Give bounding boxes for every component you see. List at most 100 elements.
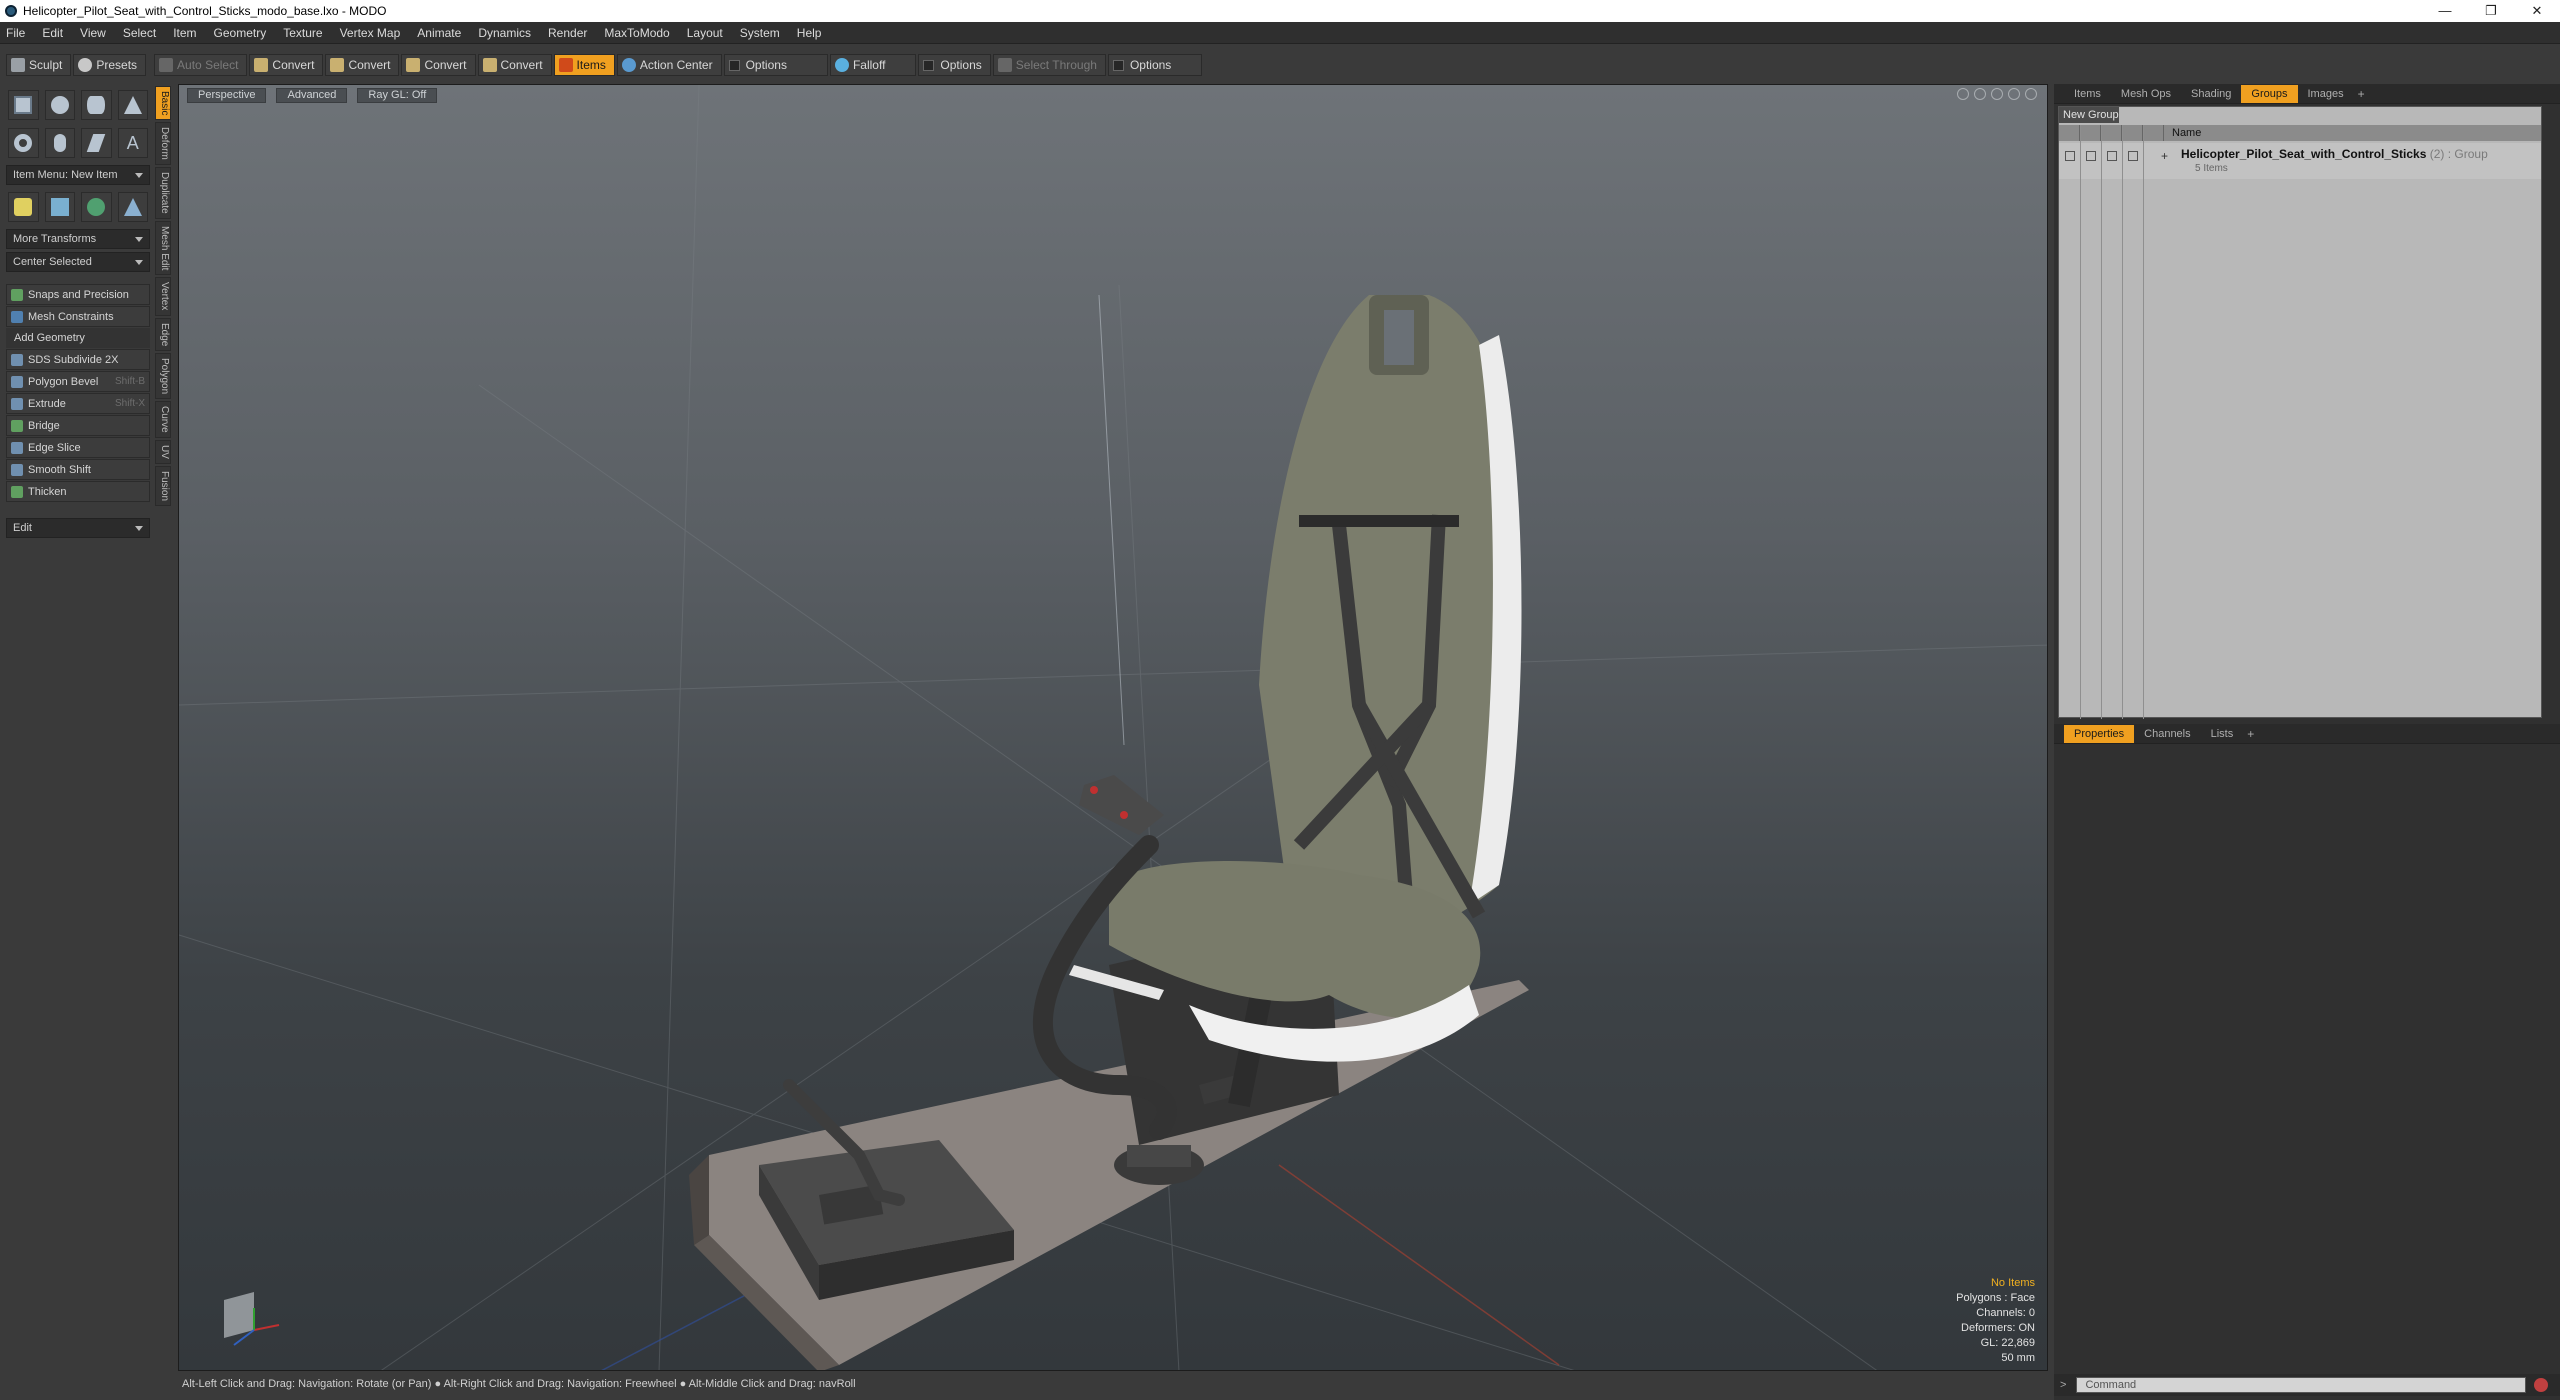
cylinder-tool[interactable] (81, 90, 112, 120)
tab-uv[interactable]: UV (155, 439, 171, 464)
torus-tool[interactable] (8, 128, 39, 158)
options-checkbox[interactable] (728, 59, 740, 71)
menu-edit[interactable]: Edit (42, 26, 63, 40)
menu-texture[interactable]: Texture (283, 26, 322, 40)
falloff-options-button[interactable]: Options (918, 54, 991, 76)
row-render-icon[interactable] (2086, 151, 2096, 161)
item-menu-dropdown[interactable]: Item Menu: New Item (6, 165, 150, 185)
menu-render[interactable]: Render (548, 26, 587, 40)
polygon-bevel-button[interactable]: Polygon Bevel Shift-B (6, 371, 150, 392)
tab-properties[interactable]: Properties (2064, 724, 2135, 743)
tab-mesh-ops[interactable]: Mesh Ops (2111, 85, 2181, 103)
capsule-tool[interactable] (44, 128, 75, 158)
menu-help[interactable]: Help (797, 26, 822, 40)
select-through-button[interactable]: Select Through (992, 54, 1106, 76)
cone-tool[interactable] (117, 90, 148, 120)
tab-fusion[interactable]: Fusion (155, 465, 171, 506)
pen-tool[interactable] (81, 128, 112, 158)
menu-item[interactable]: Item (173, 26, 196, 40)
minimize-button[interactable]: — (2422, 0, 2468, 22)
cube-tool[interactable] (8, 90, 39, 120)
tab-edge[interactable]: Edge (155, 317, 171, 352)
new-group-button[interactable]: New Group (2059, 107, 2119, 123)
center-selected-dropdown[interactable]: Center Selected (6, 252, 150, 272)
convert-polygons-button[interactable]: Convert (401, 54, 476, 76)
rotate-tool[interactable] (81, 192, 112, 222)
thicken-button[interactable]: Thicken (6, 481, 150, 502)
presets-button[interactable]: Presets (73, 54, 147, 76)
menu-file[interactable]: File (6, 26, 25, 40)
more-transforms-dropdown[interactable]: More Transforms (6, 229, 150, 249)
sculpt-button[interactable]: Sculpt (6, 54, 72, 76)
tab-channels[interactable]: Channels (2134, 725, 2200, 743)
menu-select[interactable]: Select (123, 26, 156, 40)
command-history-icon[interactable] (2534, 1378, 2549, 1392)
raygl-toggle[interactable]: Ray GL: Off (357, 87, 438, 103)
add-geometry-section[interactable]: Add Geometry (6, 328, 150, 348)
tab-groups[interactable]: Groups (2241, 84, 2298, 103)
tab-polygon[interactable]: Polygon (155, 353, 171, 400)
row-lock-icon[interactable] (2107, 151, 2117, 161)
falloff-button[interactable]: Falloff (829, 54, 917, 76)
snaps-precision-button[interactable]: Snaps and Precision (6, 284, 150, 305)
text-tool[interactable]: A (117, 128, 148, 158)
convert-vertices-button[interactable]: Convert (249, 54, 324, 76)
add-tab-icon[interactable]: + (2358, 87, 2365, 101)
fit-icon[interactable] (2008, 88, 2020, 100)
select-through-options-button[interactable]: Options (1107, 54, 1203, 76)
tab-deform[interactable]: Deform (155, 122, 171, 166)
close-button[interactable]: ✕ (2514, 0, 2560, 22)
convert-materials-button[interactable]: Convert (477, 54, 552, 76)
tab-basic[interactable]: Basic (155, 86, 171, 121)
3d-viewport[interactable]: Perspective Advanced Ray GL: Off No Item… (178, 84, 2048, 1371)
convert-edges-button[interactable]: Convert (325, 54, 400, 76)
menu-layout[interactable]: Layout (687, 26, 723, 40)
scale-tool[interactable] (44, 192, 75, 222)
lock-icon[interactable] (2101, 125, 2122, 141)
smooth-shift-button[interactable]: Smooth Shift (6, 459, 150, 480)
falloff-options-checkbox[interactable] (923, 59, 935, 71)
menu-geometry[interactable]: Geometry (214, 26, 267, 40)
action-center-options-button[interactable]: Options (723, 54, 828, 76)
view-perspective-button[interactable]: Perspective (187, 87, 267, 103)
move-tool[interactable] (8, 192, 39, 222)
tab-shading[interactable]: Shading (2181, 85, 2241, 103)
menu-system[interactable]: System (740, 26, 780, 40)
edit-dropdown[interactable]: Edit (6, 518, 150, 538)
select-through-options-checkbox[interactable] (1112, 59, 1124, 71)
mesh-constraints-button[interactable]: Mesh Constraints (6, 306, 150, 327)
settings-gear-icon[interactable] (2025, 88, 2037, 100)
bridge-button[interactable]: Bridge (6, 415, 150, 436)
items-mode-button[interactable]: Items (553, 54, 615, 76)
row-eye-icon[interactable] (2065, 151, 2075, 161)
menu-dynamics[interactable]: Dynamics (478, 26, 531, 40)
command-input[interactable]: Command (2076, 1377, 2527, 1393)
select-icon[interactable] (2122, 125, 2143, 141)
add-properties-tab-icon[interactable]: + (2247, 727, 2254, 741)
menu-view[interactable]: View (80, 26, 106, 40)
extrude-button[interactable]: Extrude Shift-X (6, 393, 150, 414)
row-select-icon[interactable] (2128, 151, 2138, 161)
tab-vertex[interactable]: Vertex (155, 277, 171, 316)
transform-tool[interactable] (117, 192, 148, 222)
expand-plus-icon[interactable]: + (2161, 149, 2168, 163)
menu-maxtomodo[interactable]: MaxToModo (604, 26, 669, 40)
menu-vertex-map[interactable]: Vertex Map (340, 26, 401, 40)
visibility-eye-icon[interactable] (2059, 125, 2080, 141)
render-icon[interactable] (2080, 125, 2101, 141)
restore-button[interactable]: ❐ (2468, 0, 2514, 22)
pan-icon[interactable] (1957, 88, 1969, 100)
action-center-button[interactable]: Action Center (616, 54, 722, 76)
zoom-icon[interactable] (1991, 88, 2003, 100)
tab-images[interactable]: Images (2298, 85, 2354, 103)
sphere-tool[interactable] (44, 90, 75, 120)
tab-mesh-edit[interactable]: Mesh Edit (155, 220, 171, 276)
orbit-icon[interactable] (1974, 88, 1986, 100)
shading-advanced-button[interactable]: Advanced (276, 87, 348, 103)
tab-duplicate[interactable]: Duplicate (155, 167, 171, 219)
tab-curve[interactable]: Curve (155, 401, 171, 438)
edge-slice-button[interactable]: Edge Slice (6, 437, 150, 458)
tab-lists[interactable]: Lists (2201, 725, 2244, 743)
sds-subdivide-button[interactable]: SDS Subdivide 2X (6, 349, 150, 370)
menu-animate[interactable]: Animate (417, 26, 461, 40)
